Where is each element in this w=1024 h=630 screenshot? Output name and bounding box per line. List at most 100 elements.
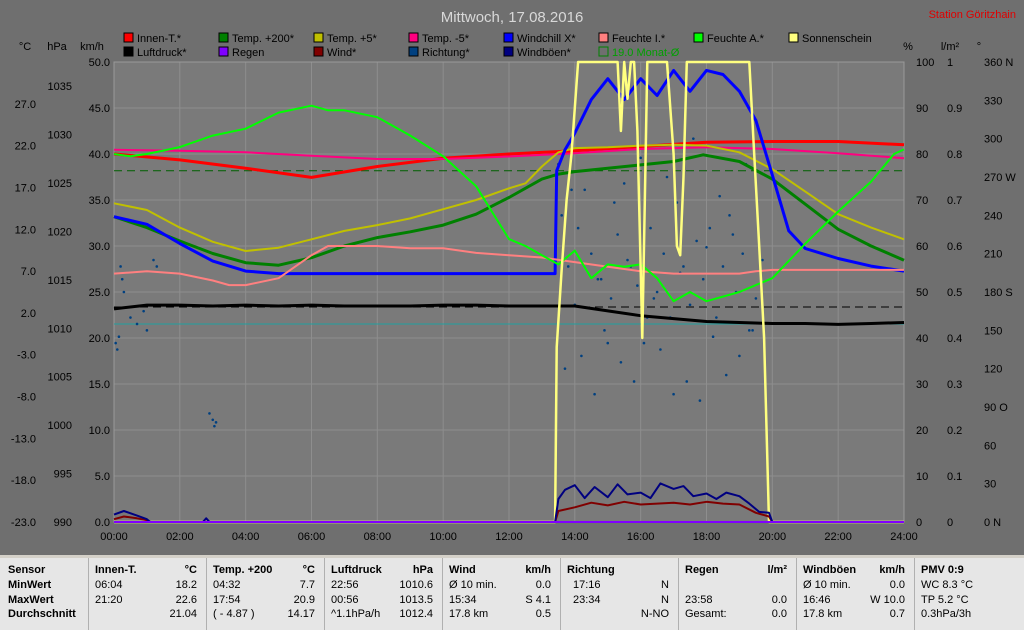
direction-point [135,322,139,326]
stats-row-label: MinWert [8,579,52,591]
direction-point [152,258,155,262]
direction-point [632,380,636,383]
legend-label: Feuchte A.* [707,33,765,45]
statistics-table: Sensor MinWert MaxWert Durchschnitt Innen-T.… [0,558,1024,630]
direction-point [576,226,580,230]
direction-point [708,226,712,230]
stats-col-luftdruck: Luftdruck hPa 22:56 1010.6 00:56 1013.5 ^1.1hP… [324,558,443,630]
axis-tick-percent: 60 [916,241,928,253]
axis-tick-percent: 40 [916,333,928,345]
stats-value: 0.0 [535,579,551,591]
legend-swatch [123,32,134,43]
direction-point [728,214,731,217]
x-tick-label: 04:00 [232,531,260,543]
axis-tick-celsius: 17.0 [15,182,36,194]
legend-swatch [503,32,514,43]
axis-tick-celsius: -8.0 [17,392,36,404]
stats-value: 0.5 [535,608,551,620]
axis-tick-lm2: 0.9 [947,103,962,115]
stats-value: W 10.0 [870,594,905,606]
direction-point [563,367,567,370]
direction-point [682,265,685,268]
direction-point [672,392,675,396]
axis-tick-percent: 30 [916,379,928,391]
legend-label: Temp. +5* [327,33,378,45]
legend-swatch [503,46,514,57]
legend-label: Luftdruck* [137,47,187,59]
direction-point [705,245,708,249]
stats-value: N [661,594,669,606]
legend-label: Windböen* [517,47,572,59]
direction-point [115,348,119,351]
axis-tick-deg: 240 [984,210,1002,222]
direction-point [122,290,126,294]
x-tick-label: 22:00 [824,531,852,543]
stats-value: 22.6 [175,594,197,606]
stats-unit: km/h [879,564,905,576]
axis-tick-deg: 300 [984,134,1002,146]
axis-tick-percent: 90 [916,103,928,115]
direction-point [711,335,715,339]
direction-point [596,277,600,281]
direction-point [117,335,121,339]
axis-tick-kmh: 0.0 [95,517,110,529]
axis-tick-deg: 0 N [984,517,1001,529]
axis-tick-hpa: 1005 [48,372,72,384]
legend-swatch [313,32,324,43]
axis-tick-hpa: 1030 [48,130,72,142]
stats-value: 1012.4 [399,608,433,620]
x-tick-label: 18:00 [693,531,721,543]
stats-unit: l/m² [767,564,787,576]
direction-point [659,348,662,351]
axis-tick-deg: 360 N [984,57,1013,69]
station-name: Station Göritzhain [929,9,1016,21]
axis-tick-lm2: 0 [947,517,953,529]
axis-tick-hpa: 1035 [48,81,72,93]
stats-value: 1010.6 [399,579,433,591]
stats-col-sensor: Sensor MinWert MaxWert Durchschnitt [0,558,88,630]
direction-point [754,297,758,300]
stats-value: 0.0 [771,594,787,606]
axis-tick-lm2: 0.3 [947,379,962,391]
stats-value: 18.2 [175,579,197,591]
x-tick-label: 14:00 [561,531,589,543]
direction-point [566,265,570,268]
axis-tick-kmh: 25.0 [89,287,110,299]
x-tick-label: 24:00 [890,531,918,543]
axis-tick-hpa: 1020 [48,226,72,238]
stats-value: 20.9 [293,594,315,606]
direction-point [701,277,705,281]
direction-point [119,265,122,268]
axis-tick-percent: 20 [916,425,928,437]
axis-tick-kmh: 10.0 [89,425,110,437]
axis-tick-deg: 180 S [984,287,1013,299]
axis-tick-hpa: 1025 [48,178,72,190]
legend-label: Innen-T.* [137,33,182,45]
direction-point [213,424,216,428]
chart-title: Mittwoch, 17.08.2016 [441,9,584,26]
stats-header: Sensor [8,564,46,576]
axis-tick-deg: 30 [984,479,996,491]
axis-unit-deg: ° [977,41,981,53]
axis-tick-percent: 80 [916,149,928,161]
axis-tick-percent: 100 [916,57,934,69]
direction-point [665,175,669,179]
axis-tick-deg: 210 [984,249,1002,261]
axis-tick-deg: 150 [984,325,1002,337]
legend-swatch [788,32,799,43]
stats-value: 0.0 [771,608,787,620]
direction-point [120,277,124,281]
direction-point [741,252,745,255]
legend-swatch [408,32,419,43]
direction-point [636,284,639,287]
axis-tick-percent: 10 [916,471,928,483]
axis-tick-lm2: 0.2 [947,425,962,437]
stats-header: Richtung [567,564,615,576]
stats-value: 0.0 [889,579,905,591]
direction-point [655,290,659,294]
direction-point [761,258,764,262]
direction-point [747,329,751,332]
axis-unit-kmh: km/h [80,41,104,53]
stats-col-pmv: PMV 0:9 WC 8.3 °C TP 5.2 °C 0.3hPa/3h [914,558,1024,630]
x-tick-label: 20:00 [759,531,787,543]
